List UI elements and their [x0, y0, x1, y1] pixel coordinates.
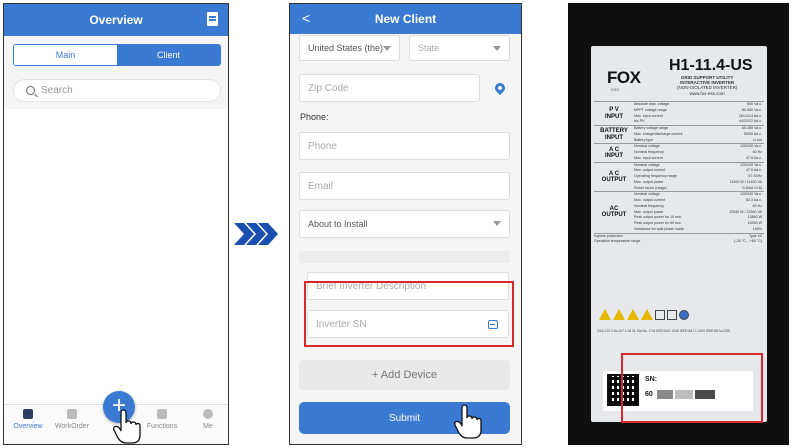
spec-key: Isc PV — [634, 119, 645, 124]
state-select[interactable]: State — [409, 35, 510, 61]
email-field[interactable]: Email — [299, 172, 510, 200]
overview-title: Overview — [89, 13, 143, 27]
spec-section: A C INPUT Nominal voltage 120/240 Va.c. Nom… — [594, 143, 764, 161]
spec-heading: BATTERY INPUT — [600, 128, 628, 141]
tab-main[interactable]: Main — [14, 45, 117, 65]
spec-section: AC OUTPUT Nominal voltage 120/240 Va.c. Max… — [594, 191, 764, 232]
back-button[interactable]: < — [302, 10, 310, 26]
nav-functions-label: Functions — [146, 423, 178, 430]
spec-value: Li-ion — [753, 137, 762, 142]
spec-line: Max. input current 47.5 Aa.c. — [634, 156, 764, 162]
workorder-icon — [67, 409, 77, 419]
inverter-label-photo: FOX ESS H1-11.4-US GRID SUPPORT UTILITY … — [568, 3, 789, 445]
main-client-segment: Main Client — [13, 44, 221, 66]
spec-heading: A C OUTPUT — [601, 170, 627, 183]
certification-text: CSA C22.2 No.107.1-16 UL Std No. 1741 IE… — [597, 329, 731, 333]
functions-icon — [157, 409, 167, 419]
sn-highlight-box — [621, 353, 763, 423]
nav-me[interactable]: Me — [186, 409, 228, 430]
spec-value: 100% — [752, 226, 762, 231]
email-placeholder: Email — [308, 180, 334, 192]
spec-line: Operation temperature range (-25 °C....+6… — [594, 239, 764, 245]
search-placeholder: Search — [41, 85, 73, 96]
nav-overview-label: Overview — [13, 423, 43, 430]
status-value: About to Install — [308, 219, 368, 229]
spec-key: Power factor (range) — [634, 185, 667, 190]
spec-line: Imbalance for split-phase loads 100% — [634, 227, 764, 233]
spec-heading: AC OUTPUT — [601, 206, 627, 219]
spec-line: Power factor (range) ~0.8ind.+0.8) — [634, 186, 764, 192]
warning-icon — [627, 309, 639, 320]
state-value: State — [418, 43, 440, 53]
phone-label: Phone: — [300, 112, 329, 122]
phone-field[interactable]: Phone — [299, 132, 510, 160]
manual-icon — [655, 310, 665, 320]
next-arrow-icon — [234, 223, 278, 245]
highlight-box — [304, 281, 514, 347]
bottom-nav: Overview WorkOrder + Functions Me — [4, 391, 228, 444]
model-number: H1-11.4-US — [669, 57, 753, 74]
nav-workorder[interactable]: WorkOrder — [50, 409, 94, 430]
tab-client[interactable]: Client — [117, 45, 220, 65]
model-sub-line: (NON-ISOLATED INVERTER) — [677, 85, 738, 91]
nav-overview[interactable]: Overview — [6, 409, 50, 430]
cert-mark-icon — [679, 310, 689, 320]
overview-icon — [23, 409, 33, 419]
chevron-down-icon — [493, 46, 501, 51]
zip-code-field[interactable]: Zip Code — [299, 74, 480, 102]
zip-placeholder: Zip Code — [308, 82, 349, 94]
pointer-hand-icon — [113, 409, 141, 444]
location-pin-icon[interactable] — [492, 80, 508, 96]
recycle-bin-icon — [667, 310, 677, 320]
spec-key: Battery type — [634, 137, 654, 142]
spec-section: Ingress protection Type 4X Operation tempe… — [594, 232, 764, 246]
model-description: GRID SUPPORT UTILITY INTERACTIVE INVERTE… — [677, 75, 737, 96]
pointer-hand-icon — [454, 404, 482, 439]
overview-header: Overview — [4, 4, 228, 36]
chevron-down-icon — [493, 221, 501, 226]
nav-me-label: Me — [203, 423, 213, 430]
country-value: United States (the) — [308, 43, 384, 53]
spec-key: Operation temperature range — [594, 239, 641, 244]
spec-value: (-25 °C....+60 °C) — [734, 239, 762, 244]
new-client-screen: < New Client United States (the) State Z… — [289, 3, 522, 445]
spec-section: P V INPUT Absolute max. voltage 600 Va.c. M… — [594, 101, 764, 125]
spec-value: ~0.8ind.+0.8) — [740, 185, 762, 190]
spec-heading: A C INPUT — [605, 146, 623, 159]
new-client-header: < New Client — [290, 4, 521, 34]
phone-placeholder: Phone — [308, 140, 337, 152]
spec-value: 44/22/22 Ad.c. — [739, 119, 762, 124]
overview-screen: Overview Main Client Search Overview Wor… — [3, 3, 229, 445]
warning-icon — [641, 309, 653, 320]
search-icon — [26, 86, 35, 95]
spec-line: Battery type Li-ion — [634, 138, 764, 144]
warning-icon — [599, 309, 611, 320]
brand-sub: ESS — [611, 87, 620, 92]
nav-workorder-label: WorkOrder — [54, 423, 90, 430]
country-select[interactable]: United States (the) — [299, 35, 400, 61]
model-sub-line: www.fox-ess.com — [689, 90, 725, 96]
nav-functions[interactable]: Functions — [140, 409, 184, 430]
brand-logo: FOX — [607, 68, 641, 87]
document-icon[interactable] — [207, 12, 218, 26]
me-icon — [203, 409, 213, 419]
warning-icon — [613, 309, 625, 320]
add-device-button[interactable]: + Add Device — [299, 360, 510, 390]
chevron-down-icon — [383, 46, 391, 51]
spec-key: Imbalance for split-phase loads — [634, 226, 684, 231]
status-select[interactable]: About to Install — [299, 210, 510, 238]
spec-line: Isc PV 44/22/22 Ad.c. — [634, 119, 764, 125]
new-client-title: New Client — [374, 12, 437, 26]
spec-key: Max. input current — [634, 155, 663, 160]
spec-section: A C OUTPUT Nominal voltage 120/240 Va.c. Ma… — [594, 161, 764, 192]
section-divider — [299, 251, 510, 263]
warning-symbols — [599, 309, 689, 320]
spec-table: P V INPUT Absolute max. voltage 600 Va.c. M… — [594, 101, 764, 245]
spec-heading: P V INPUT — [605, 107, 623, 120]
spec-value: 47.5 Aa.c. — [746, 155, 762, 160]
search-input[interactable]: Search — [13, 79, 221, 102]
client-list — [4, 109, 228, 406]
spec-section: BATTERY INPUT Battery voltage range 85-480… — [594, 125, 764, 143]
